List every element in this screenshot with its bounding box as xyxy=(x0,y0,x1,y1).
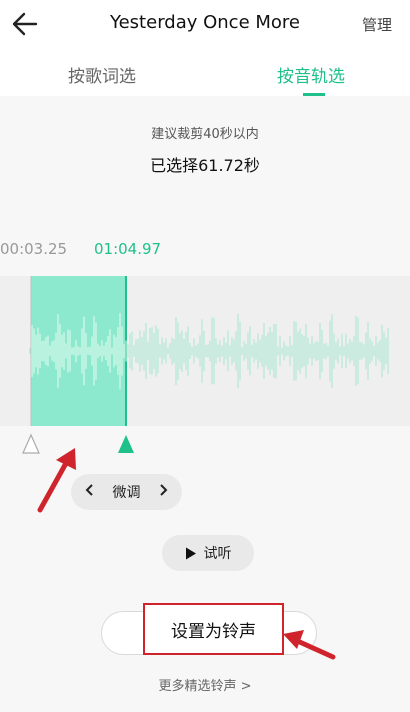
header: Yesterday Once More 管理 按歌词选 按音轨选 xyxy=(0,0,410,96)
tab-by-track[interactable]: 按音轨选 xyxy=(277,62,345,87)
end-time-label: 01:04.97 xyxy=(94,240,162,258)
preview-label: 试听 xyxy=(203,546,232,562)
manage-button[interactable]: 管理 xyxy=(362,14,392,35)
end-handle[interactable] xyxy=(116,433,136,455)
trim-hint: 建议裁剪40秒以内 xyxy=(151,127,259,142)
active-tab-indicator xyxy=(303,93,325,96)
set-ringtone-button[interactable]: 设置为铃声 xyxy=(143,603,284,655)
start-time-label: 00:03.25 xyxy=(0,240,68,258)
preview-button[interactable]: 试听 xyxy=(162,535,254,571)
fine-tune-control: 微调 xyxy=(71,474,182,510)
waveform-area[interactable] xyxy=(0,240,410,426)
play-icon xyxy=(185,547,196,559)
chevron-left-icon[interactable] xyxy=(85,483,95,501)
page-title: Yesterday Once More xyxy=(110,12,300,33)
waveform[interactable] xyxy=(0,240,410,426)
waveform-bars xyxy=(29,313,389,389)
selected-duration: 已选择61.72秒 xyxy=(150,156,260,175)
set-ringtone-label: 设置为铃声 xyxy=(171,621,256,642)
fine-tune-label: 微调 xyxy=(112,485,141,501)
chevron-right-icon[interactable] xyxy=(158,483,168,501)
annotation-arrow-icon xyxy=(283,630,336,660)
more-ringtones-link[interactable]: 更多精选铃声 > xyxy=(0,675,410,694)
tab-by-lyrics[interactable]: 按歌词选 xyxy=(68,62,136,87)
annotation-arrow-icon xyxy=(37,448,76,513)
